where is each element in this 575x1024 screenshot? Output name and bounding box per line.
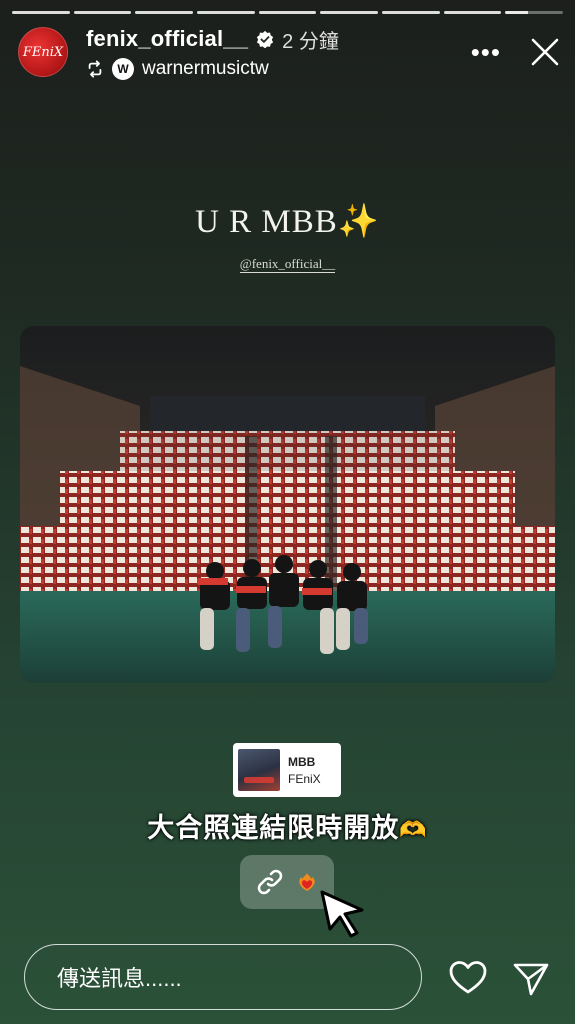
concert-photo-image xyxy=(20,326,555,683)
header-line-2: W warnermusictw xyxy=(86,57,339,80)
heart-hands-emoji: 🫶 xyxy=(399,817,428,842)
progress-segment xyxy=(73,11,132,14)
repost-icon xyxy=(88,59,102,78)
progress-segment xyxy=(443,11,502,14)
avatar[interactable]: FEniX xyxy=(18,27,68,77)
story-header: FEniX fenix_official__ 2 分鐘 W warnermusi… xyxy=(18,24,561,80)
link-icon xyxy=(257,869,283,895)
progress-segment xyxy=(382,11,440,14)
pointer-cursor-icon xyxy=(320,890,364,938)
post-time: 2 分鐘 xyxy=(282,30,339,53)
reposted-from-username[interactable]: warnermusictw xyxy=(142,58,269,80)
send-message-input[interactable]: 傳送訊息...... xyxy=(24,944,422,1010)
album-cover xyxy=(238,749,280,791)
concert-group-photo xyxy=(20,326,555,683)
avatar-logo-text: FEniX xyxy=(22,44,64,60)
warner-logo-icon: W xyxy=(112,57,134,80)
heart-on-fire-icon xyxy=(299,873,315,891)
mention-link[interactable]: @fenix_official__ xyxy=(0,256,575,273)
header-line-1: fenix_official__ 2 分鐘 xyxy=(86,25,339,54)
song-title: MBB xyxy=(288,754,316,769)
header-text: fenix_official__ 2 分鐘 W warnermusictw xyxy=(86,25,339,80)
verified-badge-icon xyxy=(257,30,274,48)
heart-icon[interactable] xyxy=(448,958,488,998)
music-info: MBB FEniX xyxy=(288,755,321,786)
story-title-text: U R MBB✨ xyxy=(195,204,380,240)
send-message-placeholder: 傳送訊息...... xyxy=(57,966,182,991)
story-progress-bar xyxy=(12,11,564,14)
progress-segment xyxy=(258,11,317,14)
close-icon[interactable] xyxy=(529,36,561,68)
progress-segment xyxy=(12,11,70,14)
progress-segment-current xyxy=(505,11,564,14)
username[interactable]: fenix_official__ xyxy=(86,26,248,52)
caption-text: 大合照連結限時開放 xyxy=(147,813,400,843)
more-options-icon[interactable]: ••• xyxy=(471,39,501,65)
music-sticker[interactable]: MBB FEniX xyxy=(233,743,341,797)
send-icon[interactable] xyxy=(512,960,550,998)
progress-segment xyxy=(135,11,194,14)
mention-text: @fenix_official__ xyxy=(239,256,336,273)
header-actions: ••• xyxy=(471,36,561,68)
progress-segment xyxy=(197,11,255,14)
progress-segment xyxy=(320,11,379,14)
song-artist: FEniX xyxy=(288,771,321,786)
story-caption: 大合照連結限時開放🫶 xyxy=(0,806,575,845)
